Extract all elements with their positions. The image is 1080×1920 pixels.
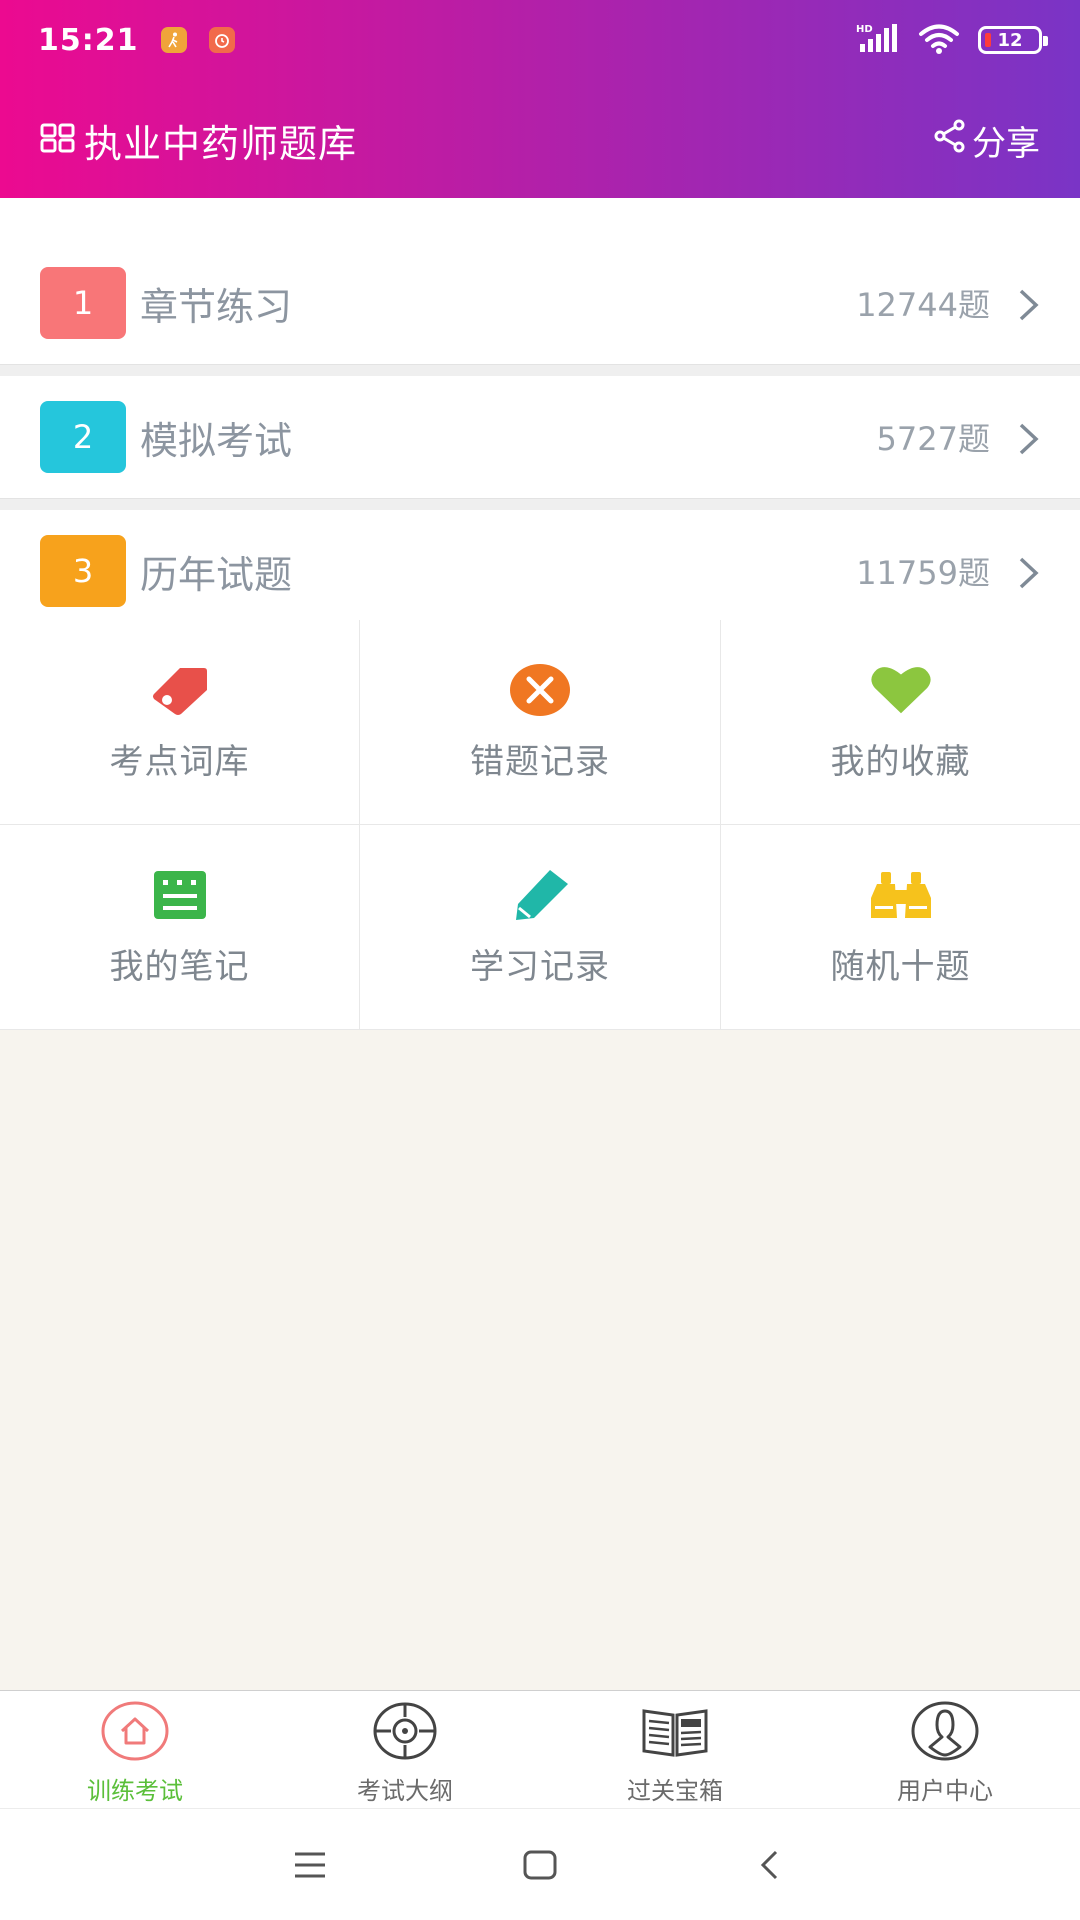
status-bar: 15:21 HD 12 xyxy=(0,0,1080,80)
share-icon xyxy=(934,119,966,162)
binoculars-icon xyxy=(869,867,933,923)
share-label: 分享 xyxy=(972,123,1040,164)
grid-item-keypoints[interactable]: 考点词库 xyxy=(0,620,360,825)
grid-item-random-ten[interactable]: 随机十题 xyxy=(721,825,1080,1030)
error-circle-icon xyxy=(508,662,572,718)
list-separator xyxy=(0,498,1080,510)
grid-item-study-records[interactable]: 学习记录 xyxy=(360,825,721,1030)
number-badge: 3 xyxy=(40,535,126,607)
list-separator xyxy=(0,364,1080,376)
tab-training-exam[interactable]: 训练考试 xyxy=(0,1691,270,1808)
system-nav-bar xyxy=(0,1808,1080,1920)
news-book-icon xyxy=(640,1701,710,1765)
grid-item-favorites[interactable]: 我的收藏 xyxy=(721,620,1080,825)
network-label: HD xyxy=(856,24,873,35)
menu-nav-button[interactable] xyxy=(290,1845,330,1885)
list-item-label: 模拟考试 xyxy=(140,418,293,463)
grid-item-label: 我的收藏 xyxy=(830,741,971,782)
status-right: HD 12 xyxy=(856,22,1048,58)
tab-exam-syllabus[interactable]: 考试大纲 xyxy=(270,1691,540,1808)
number-badge: 1 xyxy=(40,267,126,339)
home-icon xyxy=(100,1701,170,1765)
tab-label: 考试大纲 xyxy=(357,1777,453,1805)
list-item-past-exams[interactable]: 3 历年试题 11759题 xyxy=(0,510,1080,632)
feature-grid: 考点词库 错题记录 我的收藏 我的笔记 学习记录 随机十题 xyxy=(0,620,1080,1030)
tab-label: 训练考试 xyxy=(87,1777,183,1805)
tab-label: 用户中心 xyxy=(897,1777,993,1805)
tag-icon xyxy=(148,662,212,718)
grid-item-label: 我的笔记 xyxy=(109,946,250,987)
alarm-app-icon xyxy=(208,27,235,53)
list-top-spacer xyxy=(0,198,1080,242)
grid-item-label: 随机十题 xyxy=(830,946,971,987)
number-badge: 2 xyxy=(40,401,126,473)
grid-item-wrong-answers[interactable]: 错题记录 xyxy=(360,620,721,825)
pencil-icon xyxy=(508,867,572,923)
heart-icon xyxy=(869,662,933,718)
bottom-tab-bar: 训练考试 考试大纲 过关宝箱 用户中心 xyxy=(0,1690,1080,1808)
grid-item-label: 学习记录 xyxy=(470,946,610,987)
grid-item-label: 错题记录 xyxy=(470,741,610,782)
target-icon xyxy=(370,1701,440,1765)
practice-list: 1 章节练习 12744题 2 模拟考试 5727题 3 历年试题 11759题 xyxy=(0,198,1080,644)
status-time: 15:21 xyxy=(38,22,139,58)
grid-menu-icon[interactable] xyxy=(40,122,76,158)
grid-item-notes[interactable]: 我的笔记 xyxy=(0,825,360,1030)
page-title: 执业中药师题库 xyxy=(84,121,358,166)
back-nav-button[interactable] xyxy=(750,1845,790,1885)
battery-level: 12 xyxy=(997,29,1023,51)
tab-user-center[interactable]: 用户中心 xyxy=(810,1691,1080,1808)
user-icon xyxy=(910,1701,980,1765)
grid-item-label: 考点词库 xyxy=(109,741,250,782)
list-item-label: 历年试题 xyxy=(140,552,293,597)
list-item-mock-exam[interactable]: 2 模拟考试 5727题 xyxy=(0,376,1080,498)
question-count: 5727题 xyxy=(876,420,990,458)
question-count: 11759题 xyxy=(856,554,990,592)
question-count: 12744题 xyxy=(856,286,990,324)
share-button[interactable]: 分享 xyxy=(934,116,1040,165)
chevron-right-icon xyxy=(1018,422,1040,460)
walk-app-icon xyxy=(160,27,187,53)
tab-label: 过关宝箱 xyxy=(627,1777,723,1805)
note-icon xyxy=(148,867,212,923)
signal-icon: HD xyxy=(856,22,900,58)
app-header: 15:21 HD 12 执业中药师题库 分享 xyxy=(0,0,1080,198)
title-bar: 执业中药师题库 分享 xyxy=(0,100,1080,180)
list-item-label: 章节练习 xyxy=(140,284,293,329)
chevron-right-icon xyxy=(1018,288,1040,326)
list-item-chapter-practice[interactable]: 1 章节练习 12744题 xyxy=(0,242,1080,364)
tab-pass-treasure[interactable]: 过关宝箱 xyxy=(540,1691,810,1808)
battery-icon: 12 xyxy=(978,26,1048,54)
wifi-icon xyxy=(918,22,960,58)
home-nav-button[interactable] xyxy=(520,1845,560,1885)
chevron-right-icon xyxy=(1018,556,1040,594)
